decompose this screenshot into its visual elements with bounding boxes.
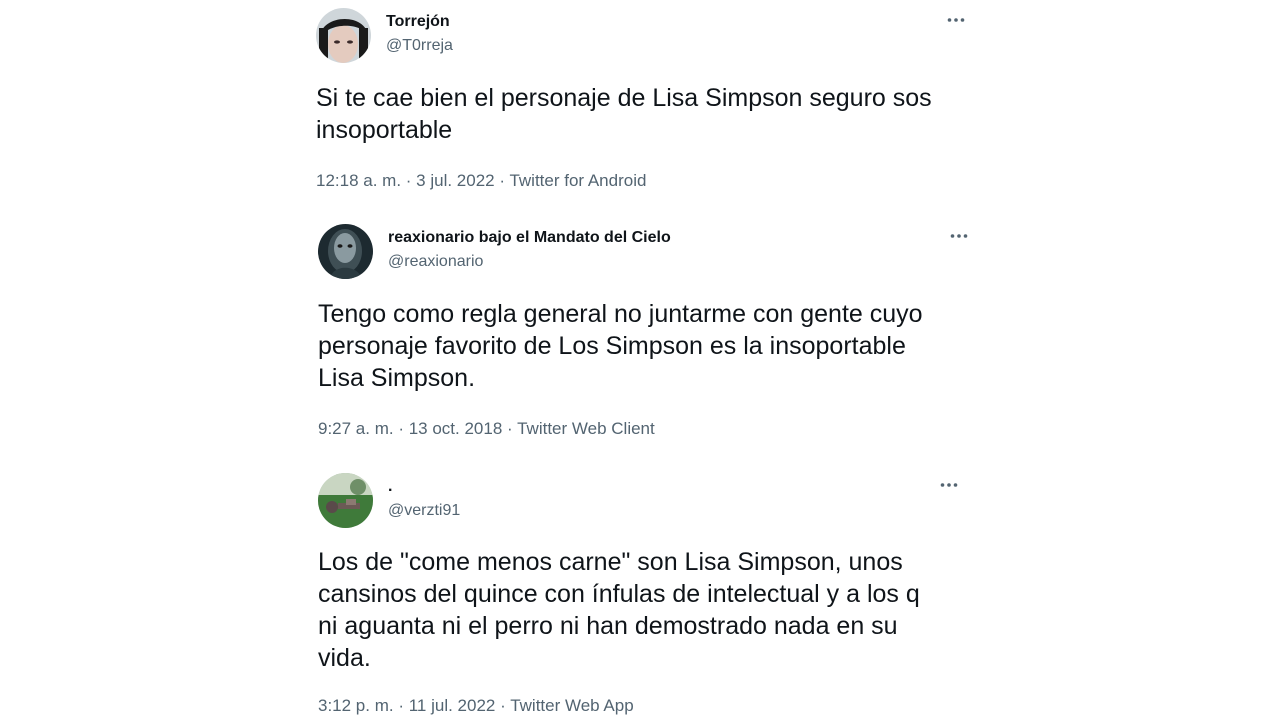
handle[interactable]: @reaxionario: [388, 252, 671, 272]
avatar[interactable]: [316, 8, 371, 63]
meta-separator: ·: [393, 419, 409, 438]
tweet-text: Los de "come menos carne" son Lisa Simps…: [318, 548, 920, 672]
handle[interactable]: @verzti91: [388, 501, 460, 521]
tweet-time[interactable]: 9:27 a. m.: [318, 419, 394, 438]
avatar[interactable]: [318, 224, 373, 279]
tweet-header: reaxionario bajo el Mandato del Cielo @r…: [318, 224, 998, 280]
display-name[interactable]: reaxionario bajo el Mandato del Cielo: [388, 228, 671, 248]
tweet-source[interactable]: Twitter Web Client: [517, 419, 655, 438]
tweet-card: Torrejón @T0rreja Si te cae bien el pers…: [316, 8, 996, 192]
author-names: reaxionario bajo el Mandato del Cielo @r…: [388, 228, 671, 272]
meta-separator: ·: [401, 171, 417, 190]
tweet-date[interactable]: 3 jul. 2022: [416, 171, 494, 190]
tweet-meta: 3:12 p. m. · 11 jul. 2022 · Twitter Web …: [318, 695, 998, 717]
display-name[interactable]: Torrejón: [386, 12, 453, 32]
author-names: . @verzti91: [388, 477, 460, 521]
tweet-header: . @verzti91: [318, 473, 998, 529]
meta-separator: ·: [494, 171, 510, 190]
tweet-text: Tengo como regla general no juntarme con…: [318, 300, 923, 392]
meta-separator: ·: [495, 696, 511, 715]
avatar[interactable]: [318, 473, 373, 528]
tweet-header: Torrejón @T0rreja: [316, 8, 996, 64]
more-horizontal-icon[interactable]: [939, 475, 959, 495]
handle[interactable]: @T0rreja: [386, 36, 453, 56]
tweet-time[interactable]: 12:18 a. m.: [316, 171, 401, 190]
more-horizontal-icon[interactable]: [949, 226, 969, 246]
tweet-date[interactable]: 13 oct. 2018: [409, 419, 503, 438]
tweet-source[interactable]: Twitter for Android: [509, 171, 646, 190]
tweet-card: reaxionario bajo el Mandato del Cielo @r…: [318, 224, 998, 440]
more-horizontal-icon[interactable]: [946, 10, 966, 30]
author-names: Torrejón @T0rreja: [386, 12, 453, 56]
tweet-card: . @verzti91 Los de "come menos carne" so…: [318, 473, 998, 717]
tweet-meta: 9:27 a. m. · 13 oct. 2018 · Twitter Web …: [318, 418, 998, 440]
tweet-source[interactable]: Twitter Web App: [510, 696, 633, 715]
display-name[interactable]: .: [388, 477, 460, 497]
meta-separator: ·: [502, 419, 518, 438]
tweet-date[interactable]: 11 jul. 2022: [409, 696, 496, 715]
tweet-meta: 12:18 a. m. · 3 jul. 2022 · Twitter for …: [316, 170, 996, 192]
meta-separator: ·: [393, 696, 409, 715]
tweet-text: Si te cae bien el personaje de Lisa Simp…: [316, 84, 932, 144]
tweet-time[interactable]: 3:12 p. m.: [318, 696, 394, 715]
